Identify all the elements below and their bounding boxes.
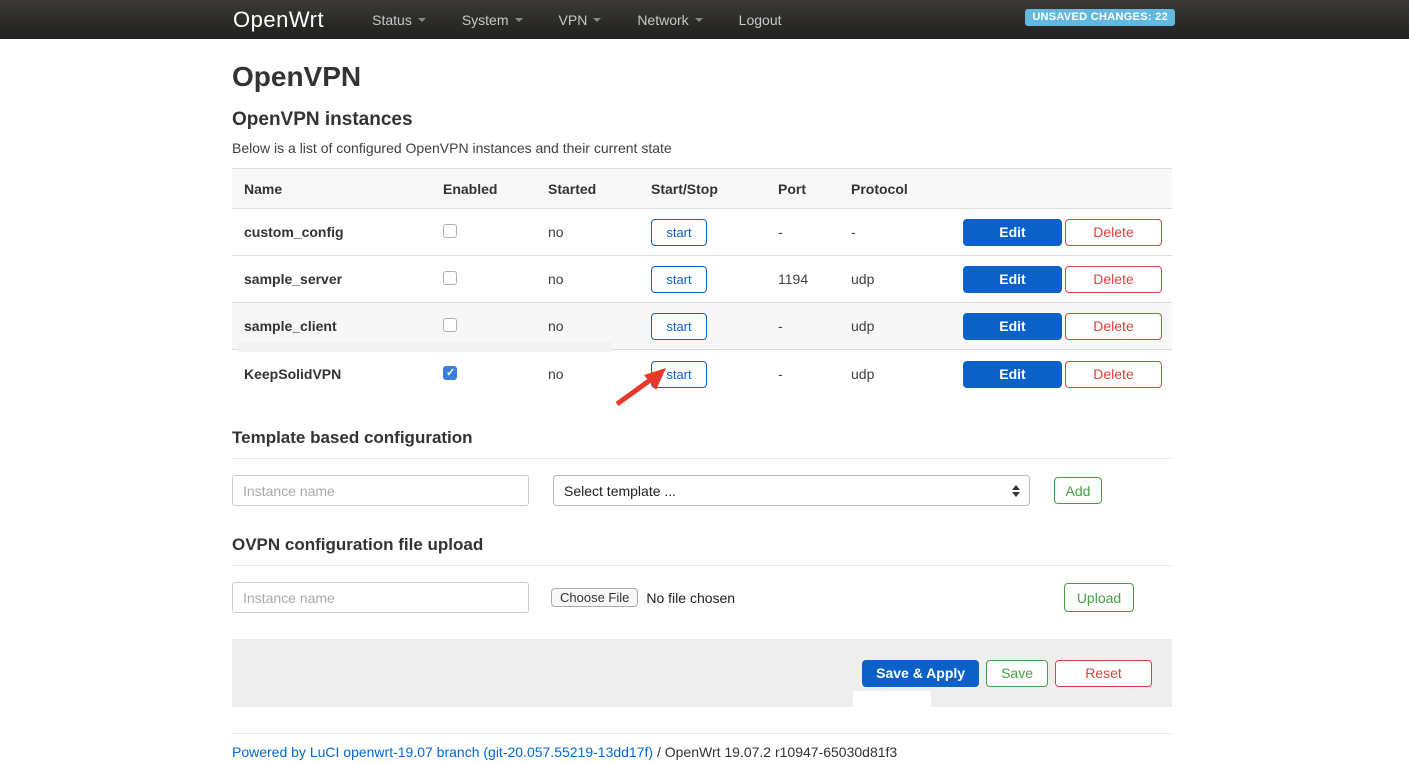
enabled-checkbox[interactable] [443, 318, 457, 332]
table-row: sample_server no start 1194 udp Edit Del… [232, 256, 1172, 303]
nav-item-system[interactable]: System [444, 12, 541, 28]
table-row: KeepSolidVPN no start - udp Edit Delete [232, 350, 1172, 398]
table-header-row: Name Enabled Started Start/Stop Port Pro… [232, 168, 1172, 209]
reset-button[interactable]: Reset [1055, 660, 1152, 687]
edit-button[interactable]: Edit [963, 266, 1062, 293]
page-title: OpenVPN [232, 61, 1172, 93]
chevron-down-icon [515, 18, 523, 22]
screenshot-artifact-patch [853, 691, 931, 708]
nav-item-logout[interactable]: Logout [721, 12, 800, 28]
instances-heading: OpenVPN instances [232, 109, 1172, 131]
add-button[interactable]: Add [1054, 477, 1102, 504]
delete-button[interactable]: Delete [1065, 266, 1162, 293]
footer-separator: / [653, 744, 665, 760]
edit-button[interactable]: Edit [963, 219, 1062, 246]
page-footer: Powered by LuCI openwrt-19.07 branch (gi… [232, 733, 1172, 760]
port-value: - [778, 366, 851, 382]
select-value: Select template ... [564, 483, 676, 499]
red-arrow-annotation [610, 363, 672, 409]
select-spinner-icon [1012, 485, 1020, 497]
no-file-chosen-text: No file chosen [646, 590, 735, 606]
started-value: no [548, 224, 651, 240]
main-content: OpenVPN OpenVPN instances Below is a lis… [232, 61, 1172, 760]
table-row: custom_config no start - - Edit Delete [232, 209, 1172, 256]
unsaved-changes-badge[interactable]: UNSAVED CHANGES: 22 [1025, 9, 1175, 26]
delete-button[interactable]: Delete [1065, 313, 1162, 340]
edit-button[interactable]: Edit [963, 313, 1062, 340]
protocol-value: udp [851, 366, 963, 382]
enabled-checkbox[interactable] [443, 224, 457, 238]
nav-item-network[interactable]: Network [619, 12, 720, 28]
instance-name: sample_server [232, 271, 443, 287]
nav-item-vpn[interactable]: VPN [541, 12, 620, 28]
port-value: - [778, 318, 851, 334]
start-button[interactable]: start [651, 219, 707, 246]
openwrt-logo: OpenWrt [233, 7, 324, 33]
screenshot-artifact-strip [238, 342, 612, 352]
column-header-enabled: Enabled [443, 181, 548, 197]
upload-button[interactable]: Upload [1064, 583, 1134, 612]
save-apply-button[interactable]: Save & Apply [862, 660, 979, 687]
nav-item-label: VPN [559, 12, 588, 28]
instances-description: Below is a list of configured OpenVPN in… [232, 140, 1172, 156]
divider [232, 458, 1172, 459]
start-button[interactable]: start [651, 313, 707, 340]
column-header-protocol: Protocol [851, 181, 963, 197]
delete-button[interactable]: Delete [1065, 219, 1162, 246]
instance-name: custom_config [232, 224, 443, 240]
template-instance-name-input[interactable] [232, 475, 529, 506]
chevron-down-icon [418, 18, 426, 22]
nav-item-label: System [462, 12, 509, 28]
divider [232, 565, 1172, 566]
nav-item-status[interactable]: Status [354, 12, 444, 28]
started-value: no [548, 318, 651, 334]
column-header-port: Port [778, 181, 851, 197]
nav-item-label: Status [372, 12, 412, 28]
protocol-value: udp [851, 318, 963, 334]
nav-menu: Status System VPN Network Logout [354, 12, 799, 28]
top-navbar: OpenWrt Status System VPN Network Logout… [0, 0, 1409, 39]
started-value: no [548, 271, 651, 287]
port-value: 1194 [778, 271, 851, 287]
template-form-row: Select template ... Add [232, 475, 1172, 506]
protocol-value: - [851, 224, 963, 240]
save-button[interactable]: Save [986, 660, 1048, 687]
upload-form-row: Choose File No file chosen Upload [232, 582, 1172, 613]
instance-name: KeepSolidVPN [232, 366, 443, 382]
delete-button[interactable]: Delete [1065, 361, 1162, 388]
chevron-down-icon [695, 18, 703, 22]
nav-item-label: Network [637, 12, 688, 28]
template-section-heading: Template based configuration [232, 428, 1172, 448]
nav-item-label: Logout [739, 12, 782, 28]
instance-name: sample_client [232, 318, 443, 334]
start-button[interactable]: start [651, 266, 707, 293]
enabled-checkbox[interactable] [443, 366, 457, 380]
choose-file-button[interactable]: Choose File [551, 588, 638, 607]
enabled-checkbox[interactable] [443, 271, 457, 285]
footer-version-text: OpenWrt 19.07.2 r10947-65030d81f3 [665, 744, 897, 760]
column-header-startstop: Start/Stop [651, 181, 778, 197]
edit-button[interactable]: Edit [963, 361, 1062, 388]
chevron-down-icon [593, 18, 601, 22]
port-value: - [778, 224, 851, 240]
column-header-started: Started [548, 181, 651, 197]
template-select[interactable]: Select template ... [553, 475, 1030, 506]
upload-section-heading: OVPN configuration file upload [232, 535, 1172, 555]
form-action-bar: Save & Apply Save Reset [232, 639, 1172, 707]
instances-table: Name Enabled Started Start/Stop Port Pro… [232, 168, 1172, 398]
column-header-name: Name [232, 181, 443, 197]
luci-footer-link[interactable]: Powered by LuCI openwrt-19.07 branch (gi… [232, 744, 653, 760]
upload-instance-name-input[interactable] [232, 582, 529, 613]
protocol-value: udp [851, 271, 963, 287]
